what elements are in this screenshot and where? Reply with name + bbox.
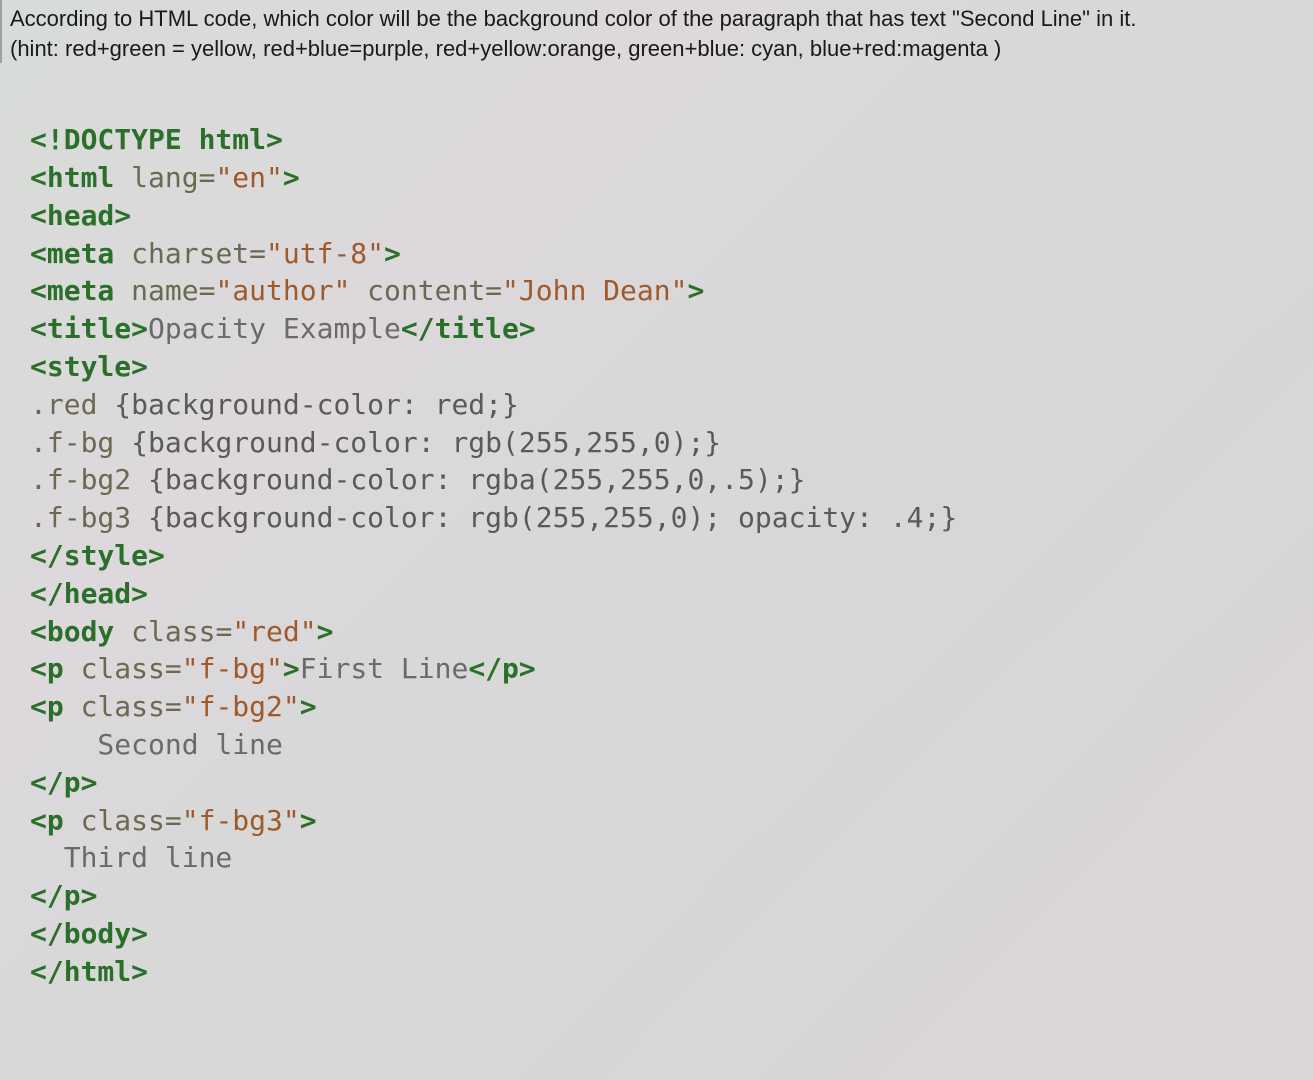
code-p-close: </p> — [30, 766, 97, 799]
code-tag-mid: > — [283, 652, 300, 685]
code-tag-close: > — [384, 237, 401, 270]
code-css-selector: .f-bg — [30, 426, 131, 459]
code-text: First Line — [300, 652, 469, 685]
code-attr-value: "utf-8" — [266, 237, 384, 270]
code-attr-value: "f-bg3" — [182, 804, 300, 837]
code-tag-close: > — [687, 274, 704, 307]
code-attr-name: class= — [81, 690, 182, 723]
code-p-close: </p> — [30, 879, 97, 912]
code-body-close: </body> — [30, 917, 148, 950]
code-p-open: <p — [30, 804, 64, 837]
code-tag-close: > — [300, 804, 317, 837]
code-title-open: <title> — [30, 312, 148, 345]
code-style-open: <style> — [30, 350, 148, 383]
code-head-open: <head> — [30, 199, 131, 232]
code-attr-name: name= — [131, 274, 215, 307]
code-meta-open: <meta — [30, 237, 114, 270]
code-text-second-line: Second line — [30, 728, 283, 761]
code-style-close: </style> — [30, 539, 165, 572]
code-p-close: </p> — [468, 652, 535, 685]
code-attr-value: "en" — [215, 161, 282, 194]
code-attr-value: "John Dean" — [502, 274, 687, 307]
question-block: According to HTML code, which color will… — [0, 0, 1313, 63]
code-css-selector: .red — [30, 388, 114, 421]
code-attr-value: "f-bg2" — [182, 690, 300, 723]
code-text-third-line: Third line — [30, 841, 232, 874]
code-html-open: <html — [30, 161, 114, 194]
code-attr-name: content= — [367, 274, 502, 307]
code-attr-value: "author" — [215, 274, 350, 307]
code-css-rule: {background-color: rgb(255,255,0); opaci… — [148, 501, 957, 534]
code-css-selector: .f-bg3 — [30, 501, 148, 534]
question-line-2: (hint: red+green = yellow, red+blue=purp… — [10, 34, 1305, 64]
code-tag-close: > — [300, 690, 317, 723]
code-meta-open: <meta — [30, 274, 114, 307]
question-line-1: According to HTML code, which color will… — [10, 4, 1305, 34]
code-attr-name: charset= — [131, 237, 266, 270]
code-block: <!DOCTYPE html> <html lang="en"> <head> … — [0, 63, 1313, 1000]
code-css-rule: {background-color: rgb(255,255,0);} — [131, 426, 721, 459]
code-body-open: <body — [30, 615, 114, 648]
code-css-selector: .f-bg2 — [30, 463, 148, 496]
code-attr-value: "f-bg" — [182, 652, 283, 685]
code-attr-name: class= — [81, 652, 182, 685]
code-tag-close: > — [283, 161, 300, 194]
code-title-text: Opacity Example — [148, 312, 401, 345]
code-p-open: <p — [30, 690, 64, 723]
code-tag-close: > — [317, 615, 334, 648]
code-attr-name: class= — [81, 804, 182, 837]
code-head-close: </head> — [30, 577, 148, 610]
code-html-close: </html> — [30, 955, 148, 988]
code-title-close: </title> — [401, 312, 536, 345]
code-attr-name: lang= — [131, 161, 215, 194]
code-css-rule: {background-color: rgba(255,255,0,.5);} — [148, 463, 805, 496]
code-attr-value: "red" — [232, 615, 316, 648]
code-p-open: <p — [30, 652, 64, 685]
code-doctype: <!DOCTYPE html> — [30, 123, 283, 156]
code-attr-name: class= — [131, 615, 232, 648]
code-css-rule: {background-color: red;} — [114, 388, 519, 421]
